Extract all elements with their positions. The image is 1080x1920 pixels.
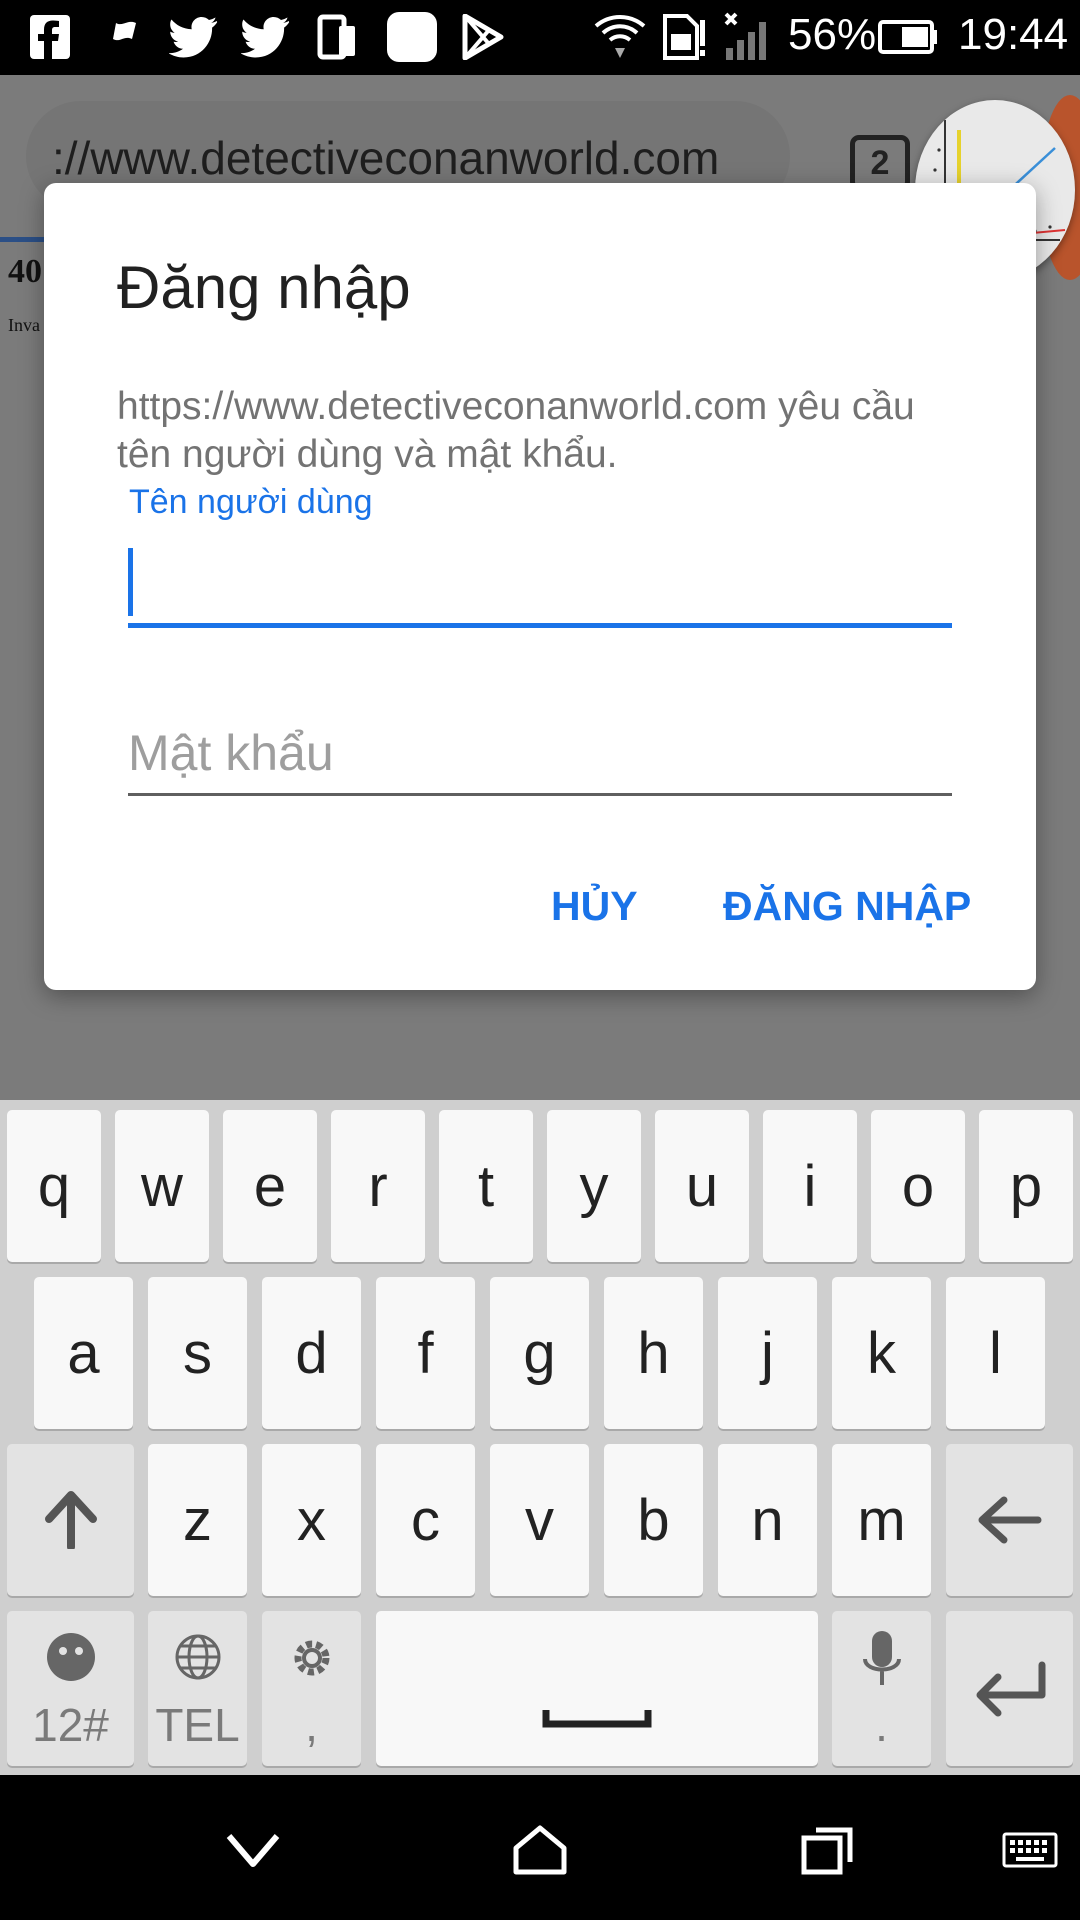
username-input[interactable] — [128, 543, 952, 628]
login-button[interactable]: ĐĂNG NHẬP — [723, 883, 971, 930]
shift-key[interactable] — [7, 1444, 134, 1596]
cancel-button[interactable]: HỦY — [551, 883, 638, 930]
tel-key[interactable]: TEL — [148, 1611, 247, 1766]
key-p[interactable]: p — [979, 1110, 1073, 1262]
voice-input-key[interactable]: . — [832, 1611, 931, 1766]
key-b[interactable]: b — [604, 1444, 703, 1596]
twitter-icon — [168, 12, 220, 62]
clock: 19:44 — [958, 10, 1069, 59]
recent-apps-button[interactable] — [788, 1815, 868, 1885]
shift-arrow-icon — [44, 1491, 97, 1549]
navigation-bar — [0, 1775, 1080, 1920]
key-i[interactable]: i — [763, 1110, 857, 1262]
emoji-symbols-key[interactable]: 12# — [7, 1611, 134, 1766]
chevron-down-icon — [226, 1834, 280, 1867]
key-r[interactable]: r — [331, 1110, 425, 1262]
key-o[interactable]: o — [871, 1110, 965, 1262]
password-input[interactable] — [128, 713, 952, 796]
username-label: Tên người dùng — [129, 483, 373, 521]
settings-key[interactable]: , — [262, 1611, 361, 1766]
key-s[interactable]: s — [148, 1277, 247, 1429]
sim-icon — [660, 12, 708, 62]
key-f[interactable]: f — [376, 1277, 475, 1429]
battery-icon — [878, 12, 938, 62]
key-m[interactable]: m — [832, 1444, 931, 1596]
page-subtext: Inva — [8, 315, 40, 335]
space-bar-icon — [542, 1710, 652, 1728]
backspace-key[interactable] — [946, 1444, 1073, 1596]
key-v[interactable]: v — [490, 1444, 589, 1596]
login-dialog: Đăng nhập https://www.detectiveconanworl… — [44, 183, 1036, 990]
backspace-arrow-icon — [978, 1496, 1041, 1544]
status-bar: 56% 19:44 — [0, 0, 1080, 75]
enter-arrow-icon — [976, 1661, 1045, 1716]
symbols-label: 12# — [32, 1699, 109, 1751]
play-store-icon — [460, 12, 506, 62]
twitter-icon — [240, 12, 292, 62]
space-key[interactable] — [376, 1611, 818, 1766]
key-u[interactable]: u — [655, 1110, 749, 1262]
page-progress-bar — [0, 237, 46, 242]
device-icon — [316, 12, 360, 62]
key-w[interactable]: w — [115, 1110, 209, 1262]
recent-apps-icon — [801, 1827, 853, 1875]
tel-label: TEL — [155, 1699, 240, 1751]
facebook-icon — [28, 12, 72, 62]
keyboard-icon — [1002, 1832, 1058, 1868]
key-a[interactable]: a — [34, 1277, 133, 1429]
microphone-icon — [862, 1631, 901, 1685]
home-button[interactable] — [500, 1815, 580, 1885]
home-icon — [513, 1825, 567, 1875]
emoji-icon — [46, 1633, 95, 1681]
key-j[interactable]: j — [718, 1277, 817, 1429]
text-cursor — [128, 548, 133, 616]
key-g[interactable]: g — [490, 1277, 589, 1429]
key-h[interactable]: h — [604, 1277, 703, 1429]
key-l[interactable]: l — [946, 1277, 1045, 1429]
dialog-title: Đăng nhập — [117, 254, 411, 321]
comma-label: , — [305, 1699, 318, 1751]
key-x[interactable]: x — [262, 1444, 361, 1596]
url-text: ://www.detectiveconanworld.com — [52, 132, 720, 184]
battery-percent: 56% — [788, 10, 877, 59]
period-label: . — [875, 1699, 888, 1751]
flag-icon — [100, 12, 144, 62]
app-icon — [386, 12, 438, 62]
hide-keyboard-button[interactable] — [213, 1815, 293, 1885]
key-q[interactable]: q — [7, 1110, 101, 1262]
key-y[interactable]: y — [547, 1110, 641, 1262]
signal-icon — [722, 12, 774, 62]
dialog-message: https://www.detectiveconanworld.com yêu … — [117, 385, 915, 476]
keyboard-switch-button[interactable] — [990, 1815, 1070, 1885]
key-n[interactable]: n — [718, 1444, 817, 1596]
key-k[interactable]: k — [832, 1277, 931, 1429]
key-e[interactable]: e — [223, 1110, 317, 1262]
key-c[interactable]: c — [376, 1444, 475, 1596]
globe-icon — [175, 1634, 220, 1680]
wifi-icon — [592, 12, 648, 62]
on-screen-keyboard: q w e r t y u i o p a s d f g h j k l z … — [0, 1100, 1080, 1775]
key-d[interactable]: d — [262, 1277, 361, 1429]
gear-icon — [294, 1640, 329, 1676]
page-heading: 40 — [8, 253, 42, 290]
enter-key[interactable] — [946, 1611, 1073, 1766]
key-t[interactable]: t — [439, 1110, 533, 1262]
key-z[interactable]: z — [148, 1444, 247, 1596]
